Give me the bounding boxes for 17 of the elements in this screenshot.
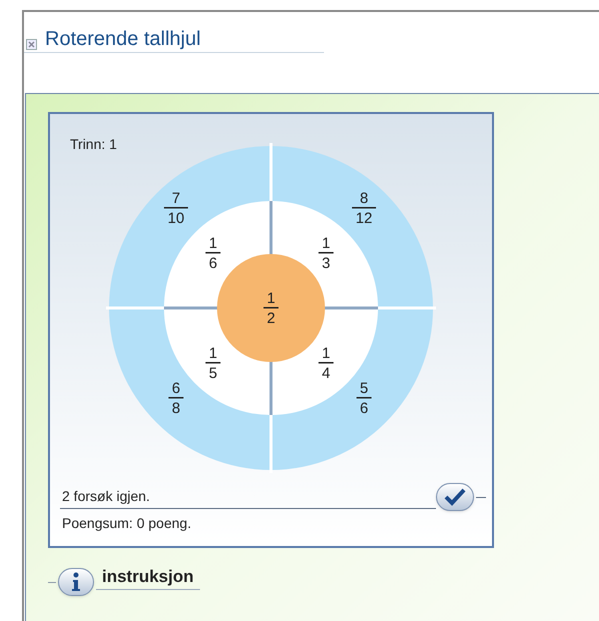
fraction: 1 5 bbox=[206, 345, 220, 382]
score-text: Poengsum: 0 poeng. bbox=[62, 514, 192, 533]
check-button[interactable] bbox=[436, 483, 474, 511]
fraction: 6 8 bbox=[168, 380, 184, 417]
window-title: Roterende tallhjul bbox=[45, 27, 201, 52]
fraction: 8 12 bbox=[352, 190, 376, 227]
fraction: 1 4 bbox=[318, 345, 334, 382]
checkmark-icon bbox=[444, 488, 466, 506]
fraction: 1 2 bbox=[264, 290, 278, 327]
instructions-link[interactable]: instruksjon bbox=[96, 564, 200, 590]
fraction: 7 10 bbox=[164, 190, 188, 227]
attempts-text: 2 forsøk igjen. bbox=[60, 486, 436, 508]
close-icon[interactable] bbox=[26, 39, 37, 50]
fraction: 1 3 bbox=[318, 235, 334, 272]
fraction: 5 6 bbox=[356, 380, 372, 417]
info-icon[interactable] bbox=[58, 568, 94, 596]
fraction: 1 6 bbox=[206, 235, 220, 272]
